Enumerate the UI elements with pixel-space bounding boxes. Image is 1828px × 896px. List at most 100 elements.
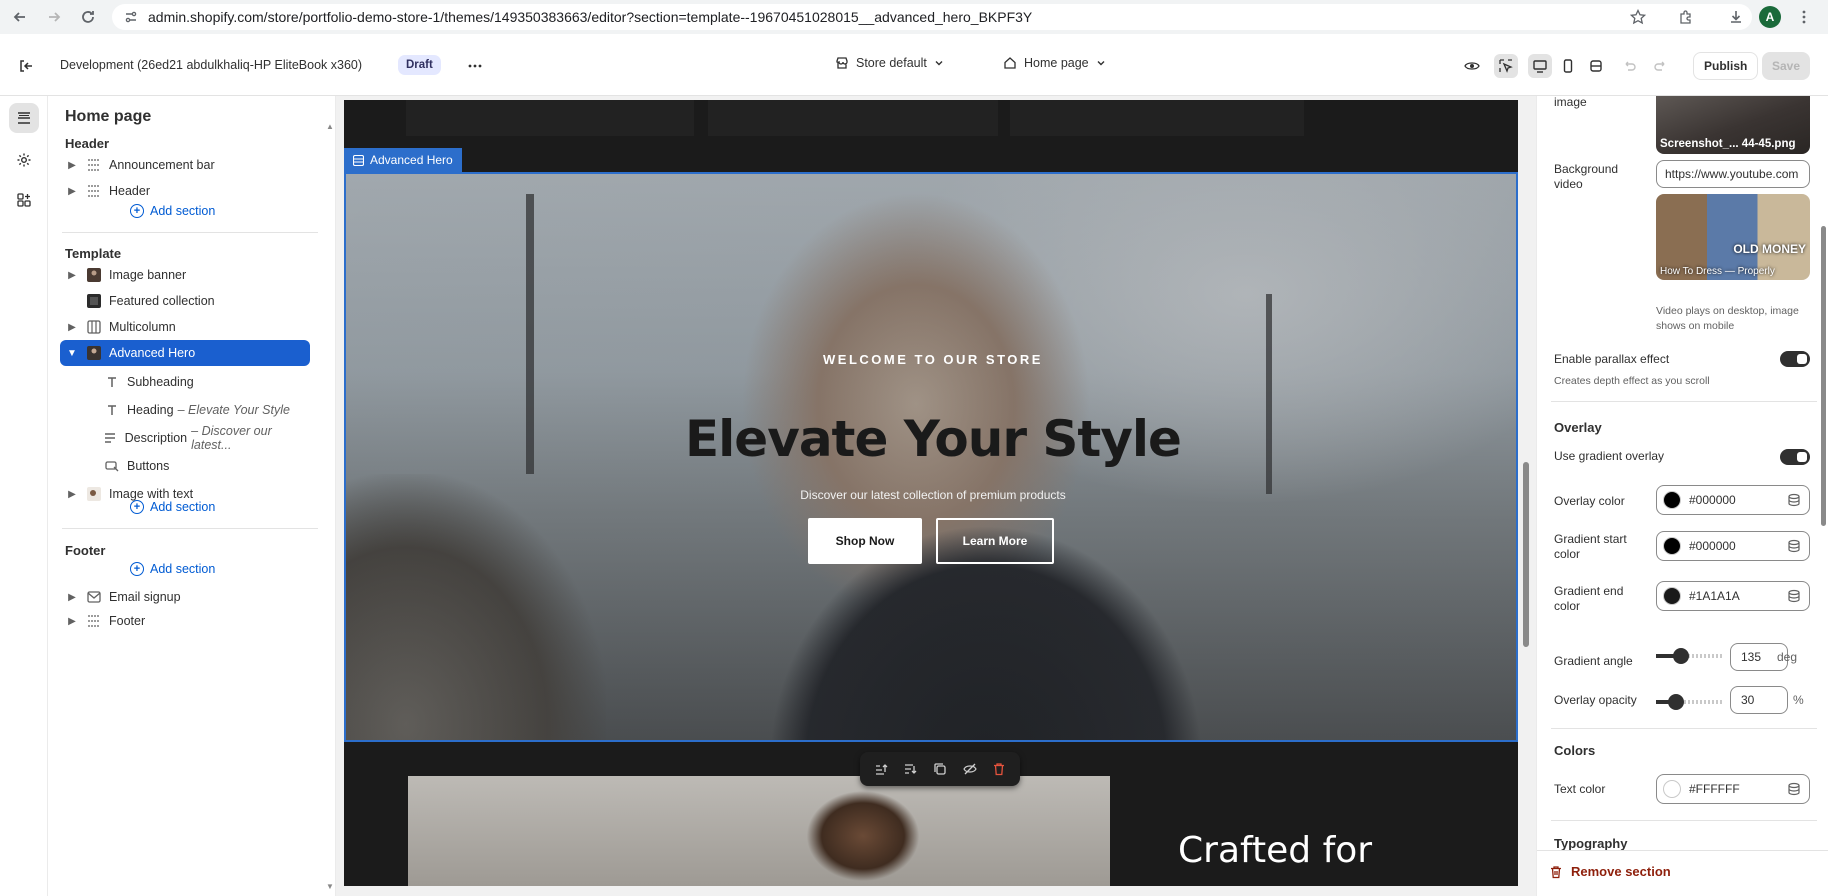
sidebar-item-featured-collection[interactable]: Featured collection (60, 288, 310, 314)
overlay-opacity-input[interactable]: 30 (1730, 686, 1788, 714)
text-color-field[interactable]: #FFFFFF (1656, 774, 1810, 804)
sidebar-item-label: Image with text (109, 487, 194, 501)
add-section-label: Add section (150, 562, 216, 576)
extensions-icon[interactable] (1674, 5, 1698, 29)
preview-eye-icon[interactable] (1460, 54, 1484, 78)
remove-section-button[interactable]: Remove section (1549, 864, 1671, 879)
dynamic-source-icon[interactable] (1787, 539, 1801, 553)
sidebar-item-header[interactable]: ▶ Header (60, 178, 310, 204)
theme-selector[interactable]: Store default (835, 56, 944, 70)
chevron-down-icon[interactable]: ▼ (64, 348, 80, 359)
address-bar[interactable]: admin.shopify.com/store/portfolio-demo-s… (112, 4, 1752, 30)
page-selector-label: Home page (1024, 56, 1089, 70)
block-description[interactable]: Description – Discover our latest... (60, 424, 310, 452)
chevron-right-icon[interactable]: ▶ (64, 186, 80, 197)
gradient-overlay-toggle[interactable] (1780, 449, 1810, 465)
gradient-start-label: Gradient start color (1554, 532, 1627, 561)
color-swatch[interactable] (1663, 587, 1681, 605)
bookmark-star-icon[interactable] (1626, 5, 1650, 29)
multicolumn-card (1010, 100, 1304, 136)
section-icon (353, 154, 364, 166)
delete-trash-icon[interactable] (992, 762, 1006, 776)
forward-icon[interactable] (40, 3, 68, 31)
app-embeds-icon[interactable] (9, 185, 39, 215)
color-swatch[interactable] (1663, 491, 1681, 509)
gradient-start-color-field[interactable]: #000000 (1656, 531, 1810, 561)
slider-handle[interactable] (1673, 648, 1690, 664)
color-swatch[interactable] (1663, 537, 1681, 555)
sidebar-item-email-signup[interactable]: ▶ Email signup (60, 584, 310, 610)
sidebar-item-announcement-bar[interactable]: ▶ Announcement bar (60, 152, 310, 178)
text-color-label: Text color (1554, 782, 1606, 796)
block-detail: – Discover our latest... (191, 424, 272, 452)
move-up-icon[interactable] (874, 762, 888, 776)
back-icon[interactable] (6, 3, 34, 31)
download-icon[interactable] (1724, 5, 1748, 29)
scroll-down-icon[interactable]: ▼ (326, 882, 334, 891)
shop-now-button[interactable]: Shop Now (808, 518, 922, 564)
store-icon (835, 56, 849, 70)
chevron-right-icon[interactable]: ▶ (64, 270, 80, 281)
sidebar-item-image-banner[interactable]: ▶ Image banner (60, 262, 310, 288)
bg-video-thumbnail[interactable]: OLD MONEY How To Dress — Properly (1656, 194, 1810, 280)
hero-heading[interactable]: Elevate Your Style (346, 410, 1516, 468)
redo-icon[interactable] (1649, 54, 1673, 78)
image-thumb-icon (86, 346, 102, 360)
inspector-cursor-icon[interactable] (1494, 54, 1518, 78)
hero-subheading[interactable]: WELCOME TO OUR STORE (346, 352, 1516, 367)
sidebar-item-multicolumn[interactable]: ▶ Multicolumn (60, 314, 310, 340)
overlay-color-field[interactable]: #000000 (1656, 485, 1810, 515)
preview-scrollbar[interactable] (1520, 102, 1530, 884)
bg-image-picker[interactable]: Screenshot_... 44-45.png (1656, 96, 1810, 154)
chevron-right-icon[interactable]: ▶ (64, 160, 80, 171)
publish-button[interactable]: Publish (1693, 52, 1759, 80)
add-section-button[interactable]: + Add section (130, 204, 215, 218)
settings-scrollbar[interactable] (1819, 96, 1827, 846)
add-section-button[interactable]: + Add section (130, 500, 215, 514)
reload-icon[interactable] (74, 3, 102, 31)
desktop-view-icon[interactable] (1528, 54, 1552, 78)
fullscreen-view-icon[interactable] (1584, 54, 1608, 78)
color-swatch[interactable] (1663, 780, 1681, 798)
theme-settings-gear-icon[interactable] (9, 145, 39, 175)
gradient-angle-slider[interactable] (1656, 648, 1724, 664)
dynamic-source-icon[interactable] (1787, 782, 1801, 796)
undo-icon[interactable] (1617, 54, 1641, 78)
exit-editor-icon[interactable] (14, 54, 38, 78)
move-down-icon[interactable] (903, 762, 917, 776)
duplicate-icon[interactable] (933, 762, 947, 776)
parallax-toggle[interactable] (1780, 351, 1810, 367)
dynamic-source-icon[interactable] (1787, 493, 1801, 507)
sections-icon[interactable] (9, 103, 39, 133)
chevron-right-icon[interactable]: ▶ (64, 592, 80, 603)
learn-more-button[interactable]: Learn More (936, 518, 1054, 564)
dynamic-source-icon[interactable] (1787, 589, 1801, 603)
advanced-hero-section[interactable]: WELCOME TO OUR STORE Elevate Your Style … (344, 172, 1518, 742)
chevron-right-icon[interactable]: ▶ (64, 616, 80, 627)
page-selector[interactable]: Home page (1003, 56, 1106, 70)
hide-eye-slash-icon[interactable] (962, 762, 977, 776)
overlay-opacity-slider[interactable] (1656, 694, 1724, 710)
chevron-right-icon[interactable]: ▶ (64, 322, 80, 333)
gradient-end-color-field[interactable]: #1A1A1A (1656, 581, 1810, 611)
block-buttons[interactable]: Buttons (60, 453, 310, 479)
slider-handle[interactable] (1668, 694, 1685, 710)
scroll-up-icon[interactable]: ▲ (326, 122, 334, 131)
add-section-button[interactable]: + Add section (130, 562, 215, 576)
more-actions-icon[interactable] (463, 54, 487, 78)
sidebar-item-advanced-hero[interactable]: ▼ Advanced Hero (60, 340, 310, 366)
mobile-view-icon[interactable] (1556, 54, 1580, 78)
browser-menu-icon[interactable] (1792, 5, 1816, 29)
section-tag[interactable]: Advanced Hero (344, 148, 462, 172)
block-subheading[interactable]: Subheading (60, 369, 310, 395)
block-heading[interactable]: Heading – Elevate Your Style (60, 397, 310, 423)
add-section-label: Add section (150, 204, 216, 218)
chevron-right-icon[interactable]: ▶ (64, 489, 80, 500)
hero-description[interactable]: Discover our latest collection of premiu… (346, 488, 1516, 502)
save-button[interactable]: Save (1762, 52, 1811, 80)
site-info-icon[interactable] (124, 10, 138, 24)
gradient-overlay-label: Use gradient overlay (1554, 449, 1665, 463)
profile-avatar[interactable]: A (1758, 5, 1782, 29)
sidebar-item-footer[interactable]: ▶ Footer (60, 608, 310, 634)
bg-video-url-input[interactable]: https://www.youtube.com (1656, 160, 1810, 188)
